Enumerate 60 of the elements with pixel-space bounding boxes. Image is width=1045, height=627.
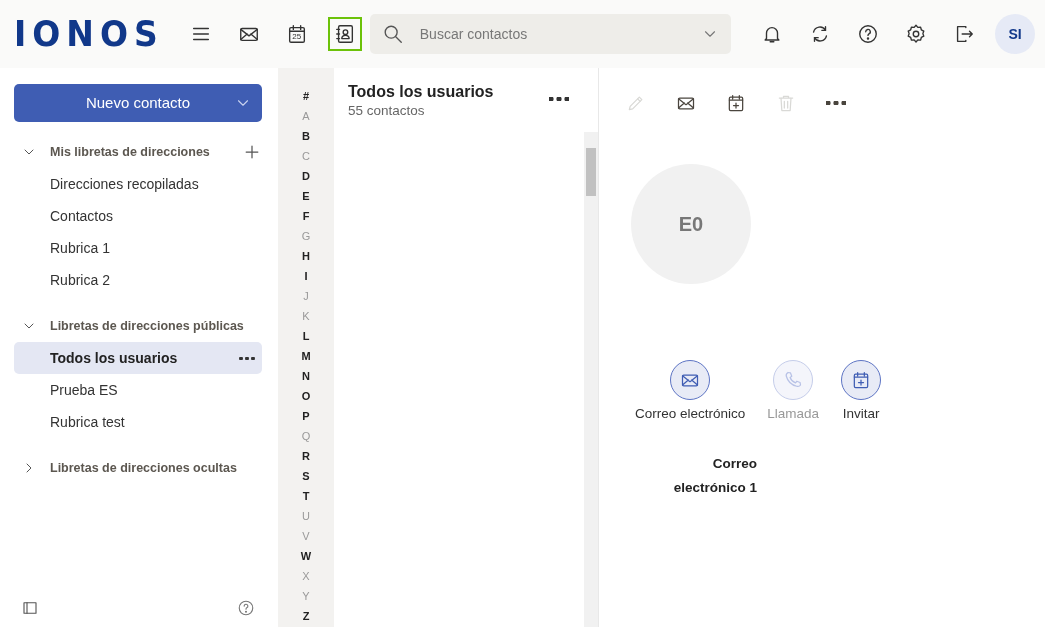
field-label: Correo electrónico 1 [672,455,757,498]
address-book-item[interactable]: Direcciones recopiladas [14,168,262,200]
section-title[interactable]: Mis libretas de direcciones [50,142,242,162]
letter-link: X [302,569,310,584]
address-book-item[interactable]: Rubrica test [14,406,262,438]
more-icon [238,356,256,360]
letter-link[interactable]: B [302,126,310,146]
more-icon [549,97,569,101]
contact-initials-avatar: E0 [631,164,751,284]
address-book-item[interactable]: Todos los usuarios [14,342,262,374]
search-field[interactable]: Buscar contactos [369,14,731,54]
address-book-item[interactable]: Prueba ES [14,374,262,406]
letter-link[interactable]: F [302,206,310,226]
address-book-item[interactable]: Rubrica 1 [14,232,262,264]
letter-link: Q [301,429,311,444]
letter-link[interactable]: O [301,386,311,406]
settings-icon [905,23,927,45]
trash-icon [776,93,796,113]
letter-link[interactable]: E [302,186,310,206]
contact-book-icon [333,23,356,45]
letter-link[interactable]: P [302,406,310,426]
user-avatar[interactable]: SI [995,14,1035,54]
letter-link[interactable]: N [302,366,310,386]
letter-link: A [302,109,310,124]
letter-link[interactable]: H [302,246,310,266]
letter-link: K [302,309,310,324]
scrollbar[interactable] [584,132,598,627]
letter-link[interactable]: D [302,166,310,186]
sidebar-toggle-icon [21,599,39,617]
more-icon [826,101,846,105]
contacts-app-button[interactable] [327,17,362,51]
letter-link[interactable]: Z [302,606,310,626]
new-contact-button[interactable]: Nuevo contacto [14,84,262,122]
letter-link: U [302,509,310,524]
phone-icon [783,370,804,390]
address-book-item[interactable]: Rubrica 2 [14,264,262,296]
address-book-item[interactable]: Contactos [14,200,262,232]
section-title[interactable]: Libretas de direcciones públicas [50,316,262,336]
letter-link[interactable]: S [302,466,310,486]
letter-link[interactable]: # [302,86,310,106]
section-title[interactable]: Libretas de direcciones ocultas [50,458,262,478]
letter-link[interactable]: I [304,266,308,286]
letter-link[interactable]: T [302,486,310,506]
calendar-add-icon [726,93,746,113]
contact-count: 55 contactos [348,102,426,121]
letter-link[interactable]: W [300,546,312,566]
letter-link[interactable]: M [301,346,311,366]
list-title: Todos los usuarios [348,82,495,102]
letter-link: Y [302,589,310,604]
letter-link: C [302,149,310,164]
help-icon [237,599,255,617]
letter-link[interactable]: L [302,326,310,346]
logo: IONOS [14,11,164,58]
letter-link[interactable]: R [302,446,310,466]
letter-link: J [303,289,309,304]
help-icon [857,23,879,45]
calendar-app-button[interactable]: 25 [279,17,314,51]
mail-action-button[interactable]: Correo electrónico [635,360,746,425]
letter-link: G [301,229,311,244]
letter-link: V [302,529,310,544]
